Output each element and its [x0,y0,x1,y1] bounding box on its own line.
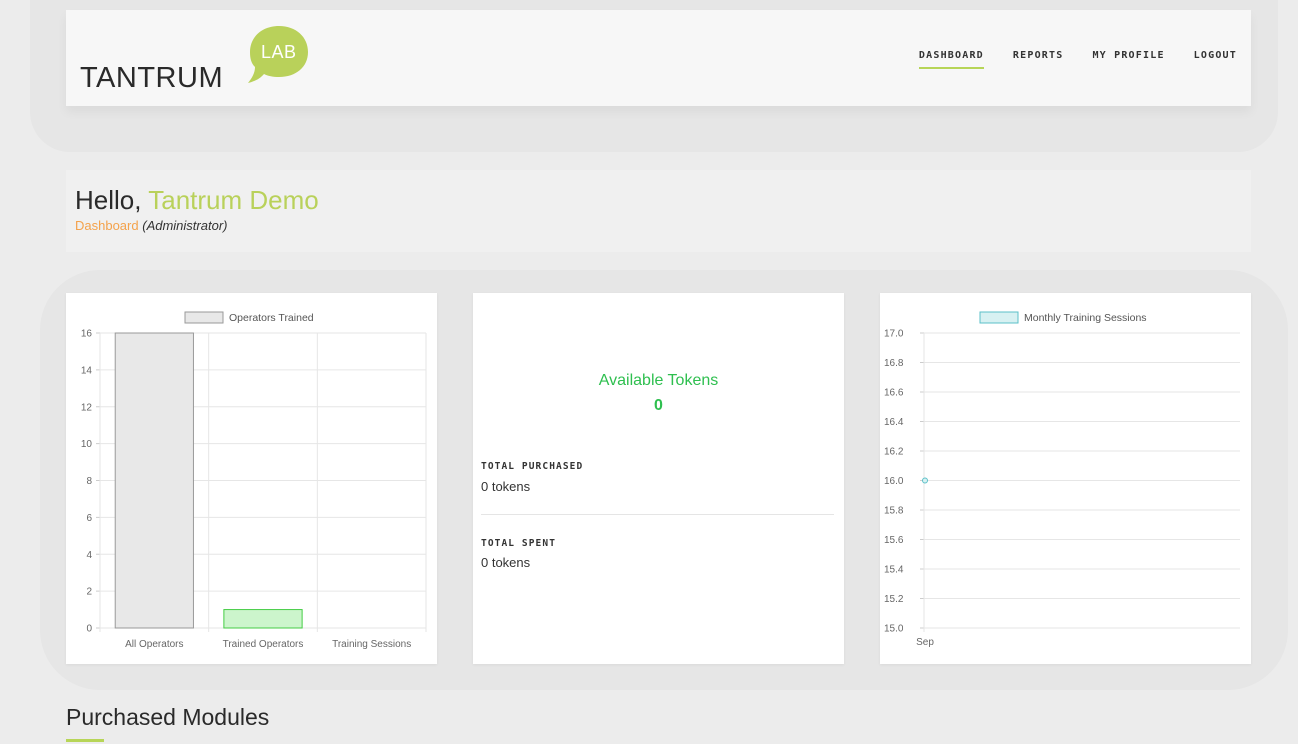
y-tick-label: 8 [86,476,92,487]
tokens-divider [481,514,834,515]
legend-label: Operators Trained [229,312,314,324]
y-tick-label: 14 [81,365,93,376]
y-tick-label: 16.6 [884,388,904,399]
y-tick-label: 16.4 [884,417,904,428]
y-tick-label: 15.2 [884,594,904,605]
logo-badge: LAB [261,42,297,62]
breadcrumb-dashboard[interactable]: Dashboard [75,218,139,233]
y-tick-label: 16.8 [884,358,904,369]
user-role: (Administrator) [142,218,228,233]
page-title: Hello, Tantrum Demo [75,185,319,216]
y-tick-label: 15.6 [884,535,904,546]
y-tick-label: 17.0 [884,329,904,340]
x-tick-label: All Operators [125,639,183,650]
hello-text: Hello, [75,185,149,215]
legend-swatch [184,311,224,324]
nav-reports[interactable]: REPORTS [1013,50,1064,69]
section-title: Purchased Modules [66,704,270,730]
monthly-sessions-line-chart: Monthly Training Sessions 15.0 15.2 15.4 15.… [884,311,1240,648]
x-tick-label: Sep [916,637,934,648]
operators-bar-chart: Operators Trained 0 2 4 6 8 10 12 14 16 All Operat… [81,311,427,650]
tokens-card: Available Tokens 0 TOTAL PURCHASED 0 tok… [473,293,844,664]
greeting-panel: Hello, Tantrum Demo Dashboard (Administr… [66,170,1251,252]
y-tick-label: 15.4 [884,565,904,576]
data-point [922,477,928,484]
main-nav: DASHBOARD REPORTS MY PROFILE LOGOUT [918,50,1237,69]
y-tick-label: 16.2 [884,447,904,458]
y-tick-label: 2 [86,587,92,598]
total-purchased-label: TOTAL PURCHASED [481,461,584,472]
total-spent-value: 0 tokens [481,555,531,570]
nav-my-profile[interactable]: MY PROFILE [1092,50,1164,69]
legend-swatch [979,311,1019,324]
section-underline [66,739,104,742]
y-tick-label: 15.0 [884,624,904,635]
monthly-sessions-card: Monthly Training Sessions 15.0 15.2 15.4 15.… [880,293,1251,664]
bar [114,332,194,629]
tantrum-lab-logo[interactable]: TANTRUM LAB [80,22,320,102]
total-purchased-value: 0 tokens [481,479,531,494]
y-tick-label: 0 [86,624,92,635]
y-tick-label: 16 [81,329,93,340]
y-tick-label: 4 [86,550,92,561]
x-tick-label: Trained Operators [223,639,304,650]
y-tick-label: 6 [86,513,92,524]
y-tick-label: 16.0 [884,476,904,487]
nav-logout[interactable]: LOGOUT [1194,50,1237,69]
y-tick-label: 10 [81,439,93,450]
top-header: TANTRUM LAB DASHBOARD REPORTS MY PROFILE… [66,10,1251,106]
bar [223,609,303,629]
total-spent-label: TOTAL SPENT [481,538,557,549]
available-tokens-title: Available Tokens [598,372,719,389]
nav-dashboard[interactable]: DASHBOARD [918,50,984,69]
legend-label: Monthly Training Sessions [1024,312,1147,324]
logo-wordmark: TANTRUM [80,62,224,94]
y-tick-label: 15.8 [884,506,904,517]
x-tick-label: Training Sessions [332,639,411,650]
user-name: Tantrum Demo [148,185,319,215]
y-tick-label: 12 [81,402,93,413]
available-tokens-value: 0 [654,397,663,414]
operators-chart-card: Operators Trained 0 2 4 6 8 10 12 14 16 All Operat… [66,293,437,664]
breadcrumb: Dashboard (Administrator) [75,218,227,233]
